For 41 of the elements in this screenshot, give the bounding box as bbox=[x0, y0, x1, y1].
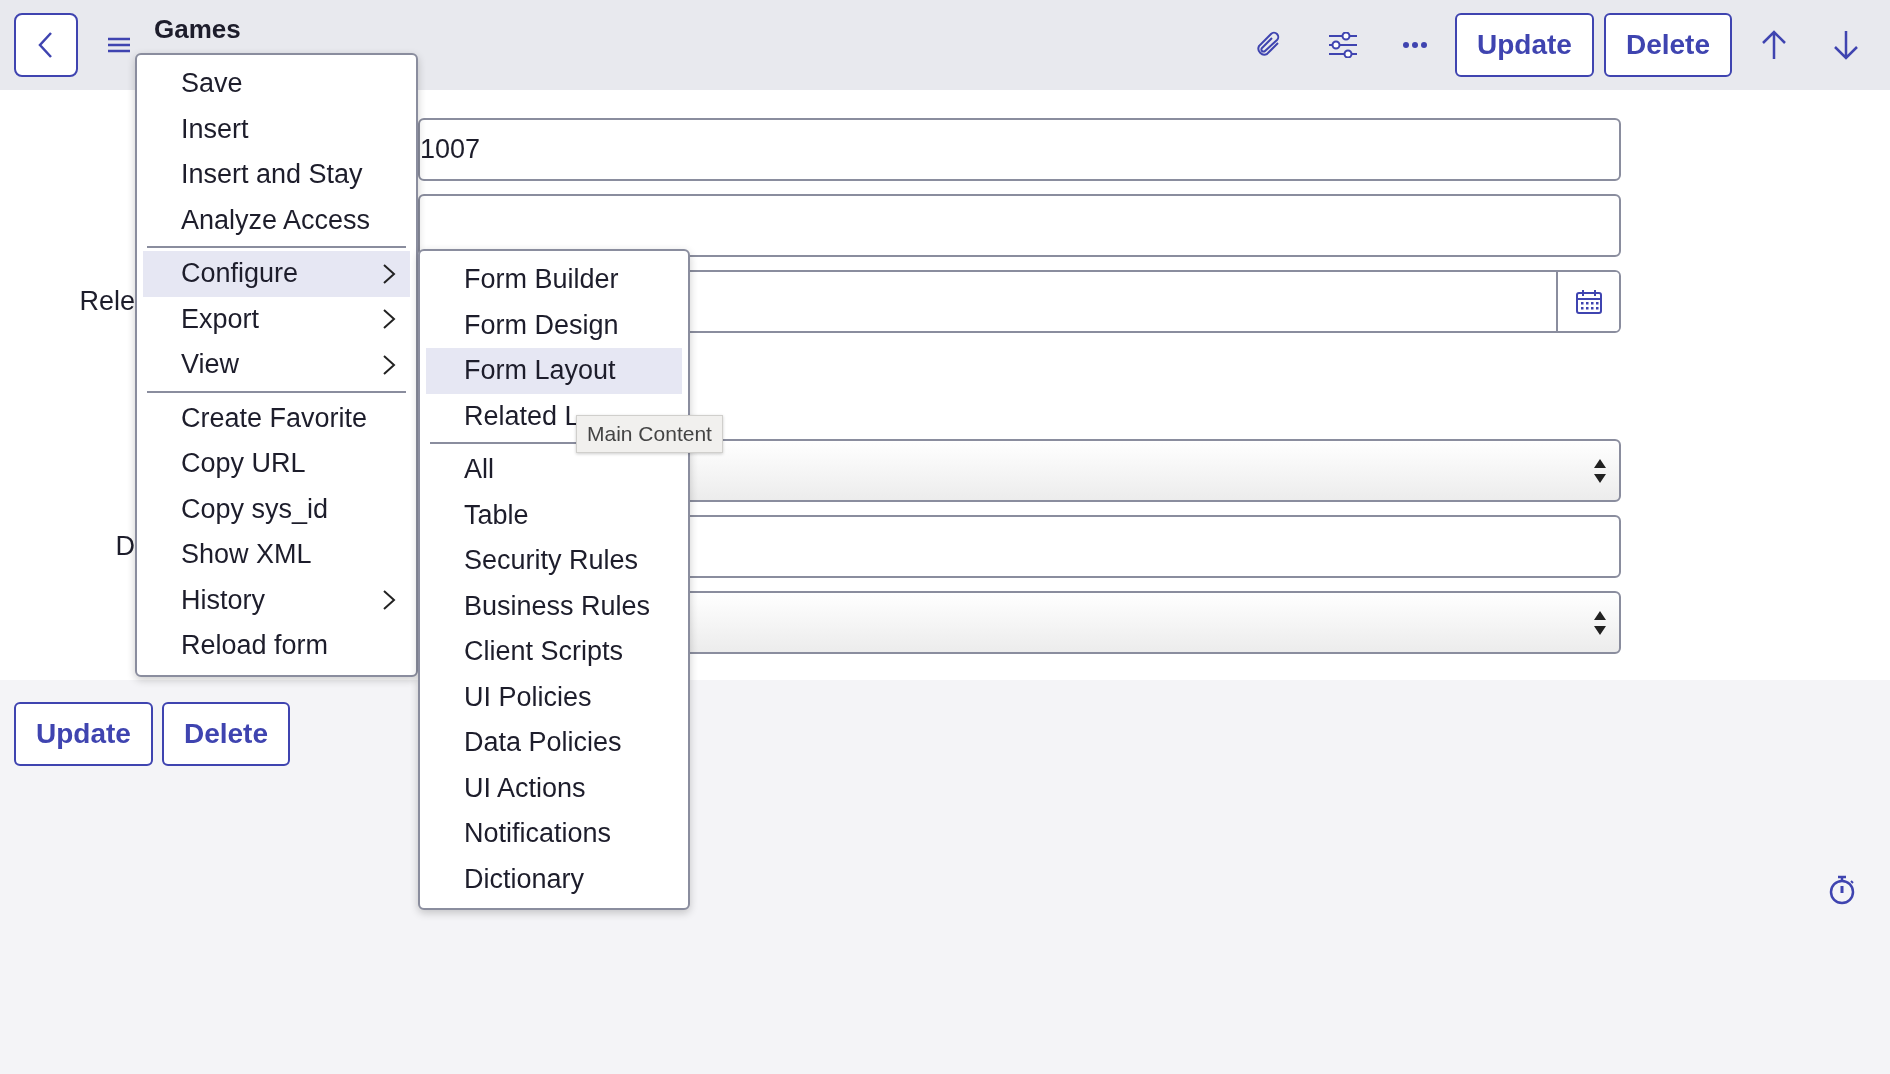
update-button[interactable]: Update bbox=[1455, 13, 1594, 77]
back-button[interactable] bbox=[14, 13, 78, 77]
menu-item[interactable]: Form Design bbox=[426, 302, 682, 348]
calendar-button[interactable] bbox=[1556, 272, 1619, 331]
menu-item[interactable]: Form Builder bbox=[426, 257, 682, 303]
menu-item[interactable]: Show XML bbox=[143, 532, 410, 578]
menu-item[interactable]: Export bbox=[143, 296, 410, 342]
field-label: D bbox=[114, 531, 135, 562]
sort-arrows-icon bbox=[1593, 609, 1607, 636]
menu-item[interactable]: Reload form bbox=[143, 623, 410, 669]
input-field[interactable] bbox=[418, 194, 1621, 257]
menu-item[interactable]: View bbox=[143, 342, 410, 388]
menu-item[interactable]: UI Policies bbox=[426, 674, 682, 720]
menu-item[interactable]: Save bbox=[143, 61, 410, 107]
update-button[interactable]: Update bbox=[14, 702, 153, 766]
menu-item[interactable]: Security Rules bbox=[426, 538, 682, 584]
menu-item[interactable]: Copy sys_id bbox=[143, 486, 410, 532]
menu-item[interactable]: Analyze Access bbox=[143, 197, 410, 243]
stopwatch-icon[interactable] bbox=[1828, 875, 1856, 905]
menu-item[interactable]: Table bbox=[426, 492, 682, 538]
menu-item[interactable]: Configure bbox=[143, 251, 410, 297]
menu-item[interactable]: Insert bbox=[143, 106, 410, 152]
delete-button[interactable]: Delete bbox=[161, 702, 290, 766]
menu-item[interactable]: Form Layout bbox=[426, 348, 682, 394]
field-label: Rele bbox=[78, 286, 135, 317]
menu-item[interactable]: Business Rules bbox=[426, 583, 682, 629]
menu-item[interactable]: Dictionary bbox=[426, 856, 682, 902]
menu-item[interactable]: History bbox=[143, 577, 410, 623]
calendar-icon bbox=[1574, 288, 1603, 315]
menu-item[interactable]: Copy URL bbox=[143, 441, 410, 487]
menu-item[interactable]: Insert and Stay bbox=[143, 152, 410, 198]
delete-button[interactable]: Delete bbox=[1603, 13, 1732, 77]
hover-tooltip: Main Content bbox=[576, 415, 723, 453]
menu-item[interactable]: Create Favorite bbox=[143, 395, 410, 441]
menu-item[interactable]: Notifications bbox=[426, 811, 682, 857]
form-title: Games bbox=[154, 14, 241, 45]
menu-item[interactable]: Data Policies bbox=[426, 720, 682, 766]
menu-item[interactable]: Client Scripts bbox=[426, 629, 682, 675]
sort-arrows-icon bbox=[1593, 457, 1607, 484]
menu-item[interactable]: UI Actions bbox=[426, 765, 682, 811]
input-field[interactable]: 1007 bbox=[418, 118, 1621, 181]
